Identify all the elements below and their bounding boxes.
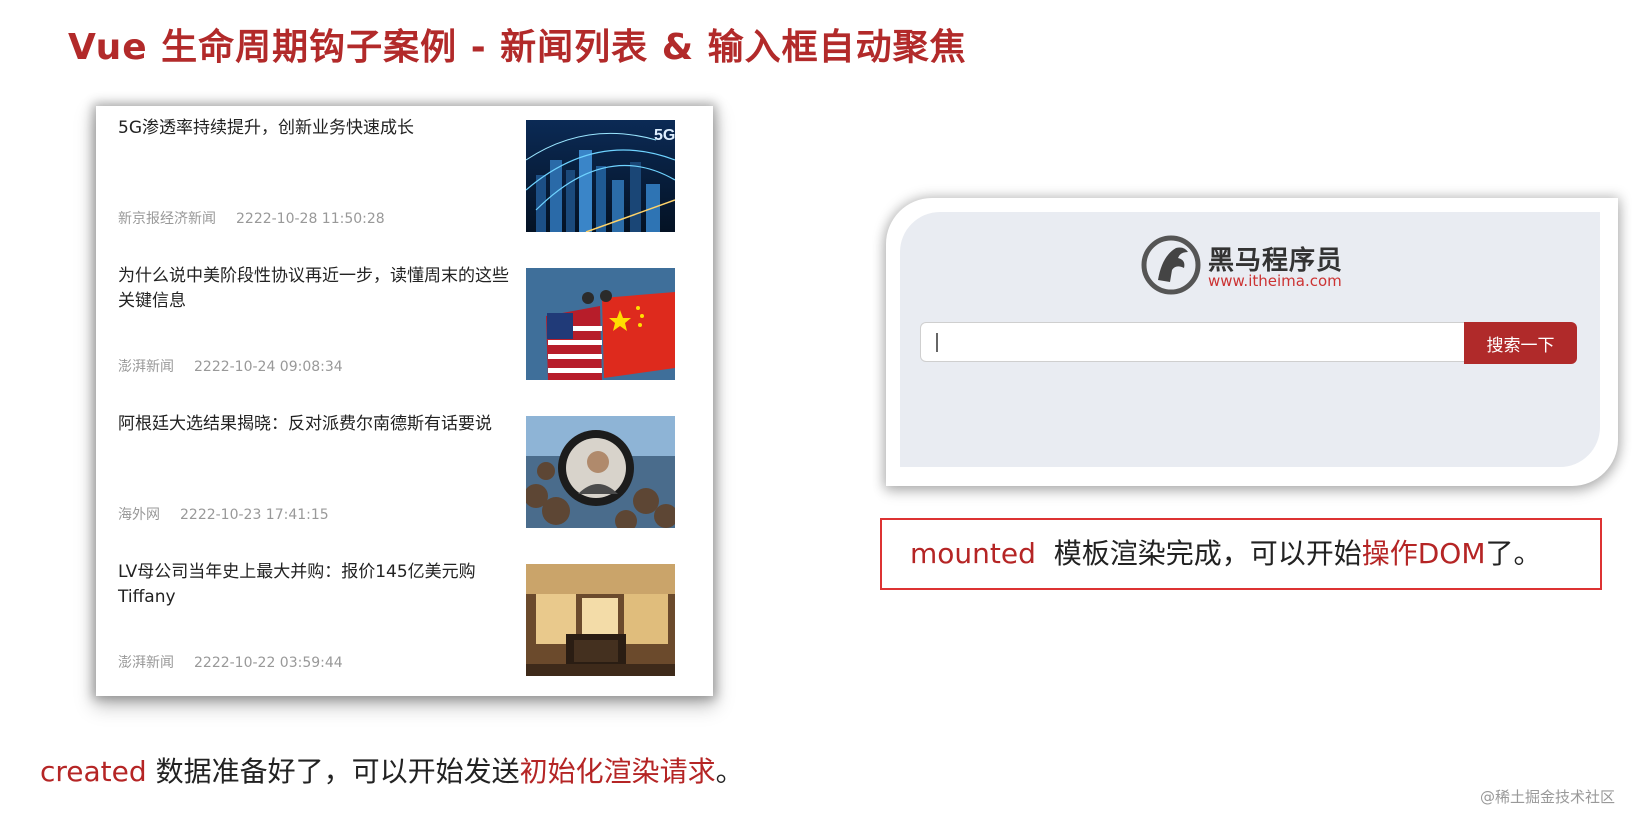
news-source: 澎湃新闻 bbox=[118, 359, 174, 375]
news-thumbnail-store[interactable] bbox=[526, 564, 675, 676]
mounted-keyword: mounted bbox=[910, 537, 1036, 570]
news-item[interactable]: LV母公司当年史上最大并购：报价145亿美元购Tiffany 澎湃新闻 2222-… bbox=[96, 550, 713, 698]
mounted-text: 模板渲染完成，可以开始 bbox=[1053, 537, 1362, 570]
search-panel: 黑马程序员 www.itheima.com 搜索一下 bbox=[886, 198, 1618, 486]
text-caret bbox=[936, 333, 938, 352]
news-meta: 澎湃新闻 2222-10-22 03:59:44 bbox=[118, 652, 343, 672]
news-title[interactable]: LV母公司当年史上最大并购：报价145亿美元购Tiffany bbox=[118, 560, 513, 610]
news-time: 2222-10-22 03:59:44 bbox=[194, 655, 343, 671]
search-panel-inner: 黑马程序员 www.itheima.com 搜索一下 bbox=[900, 212, 1600, 467]
news-source: 澎湃新闻 bbox=[118, 655, 174, 671]
logo-url: www.itheima.com bbox=[1208, 272, 1342, 290]
mounted-highlight: 操作DOM bbox=[1361, 537, 1486, 570]
itheima-logo: 黑马程序员 www.itheima.com bbox=[1140, 234, 1350, 296]
search-button[interactable]: 搜索一下 bbox=[1464, 322, 1577, 364]
horse-logo-icon bbox=[1141, 235, 1201, 295]
news-item[interactable]: 5G渗透率持续提升，创新业务快速成长 新京报经济新闻 2222-10-28 11:… bbox=[96, 106, 713, 254]
created-text: 数据准备好了，可以开始发送 bbox=[155, 755, 520, 788]
search-input[interactable] bbox=[920, 322, 1464, 362]
news-item[interactable]: 为什么说中美阶段性协议再近一步，读懂周末的这些关键信息 澎湃新闻 2222-10-… bbox=[96, 254, 713, 402]
created-keyword: created bbox=[40, 755, 147, 788]
created-highlight: 初始化渲染请求 bbox=[519, 755, 716, 788]
news-meta: 澎湃新闻 2222-10-24 09:08:34 bbox=[118, 356, 343, 376]
news-title[interactable]: 阿根廷大选结果揭晓：反对派费尔南德斯有话要说 bbox=[118, 412, 513, 437]
news-title[interactable]: 为什么说中美阶段性协议再近一步，读懂周末的这些关键信息 bbox=[118, 264, 513, 314]
news-time: 2222-10-28 11:50:28 bbox=[236, 211, 385, 227]
news-title[interactable]: 5G渗透率持续提升，创新业务快速成长 bbox=[118, 116, 513, 141]
news-thumbnail-flags[interactable] bbox=[526, 268, 675, 380]
news-time: 2222-10-23 17:41:15 bbox=[180, 507, 329, 523]
watermark: @稀土掘金技术社区 bbox=[1480, 788, 1616, 806]
news-thumbnail-crowd[interactable] bbox=[526, 416, 675, 528]
news-source: 海外网 bbox=[118, 507, 160, 523]
mounted-note: mounted 模板渲染完成，可以开始操作DOM了。 bbox=[880, 518, 1602, 590]
news-item[interactable]: 阿根廷大选结果揭晓：反对派费尔南德斯有话要说 海外网 2222-10-23 17:… bbox=[96, 402, 713, 550]
news-meta: 新京报经济新闻 2222-10-28 11:50:28 bbox=[118, 208, 385, 228]
news-time: 2222-10-24 09:08:34 bbox=[194, 359, 343, 375]
svg-text:5G: 5G bbox=[654, 127, 675, 144]
created-note: created 数据准备好了，可以开始发送初始化渲染请求。 bbox=[40, 750, 744, 790]
created-end: 。 bbox=[715, 755, 744, 788]
news-thumbnail-5g-city[interactable]: 5G bbox=[526, 120, 675, 232]
slide-title: Vue 生命周期钩子案例 - 新闻列表 & 输入框自动聚焦 bbox=[68, 27, 967, 68]
news-list: 5G渗透率持续提升，创新业务快速成长 新京报经济新闻 2222-10-28 11:… bbox=[96, 106, 713, 696]
mounted-end: 了。 bbox=[1485, 537, 1542, 570]
news-meta: 海外网 2222-10-23 17:41:15 bbox=[118, 504, 329, 524]
news-source: 新京报经济新闻 bbox=[118, 211, 216, 227]
